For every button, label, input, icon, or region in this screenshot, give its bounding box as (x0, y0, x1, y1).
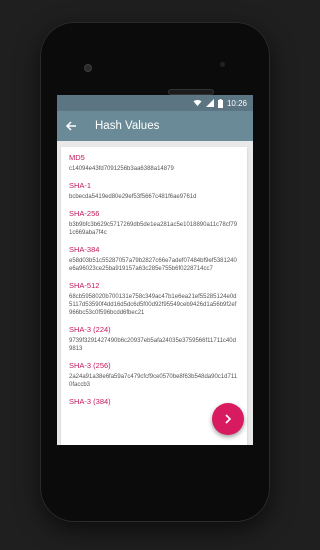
front-camera (84, 64, 92, 72)
hash-label: SHA-3 (256) (69, 361, 111, 370)
battery-icon (217, 98, 223, 108)
hash-value: 2a24a91a38e6fa59a7c479cfcf9ce0570be8f63b… (69, 374, 238, 388)
signal-icon (205, 99, 214, 107)
page-title: Hash Values (95, 120, 160, 132)
status-time: 10:26 (226, 98, 247, 108)
hash-value: bcbecda5419ed80e29ef53f5667c481f6ae9761d (69, 194, 197, 200)
hash-label: SHA-3 (384) (69, 397, 111, 406)
hash-item-sha384[interactable]: SHA-384 e58d03b51c55287057a79b2827c66e7a… (69, 245, 239, 273)
hash-item-md5[interactable]: MD5 c14094e43fd7091256b3aa6388a14879 (69, 153, 239, 173)
app-bar: Hash Values (57, 111, 253, 141)
hash-label: SHA-384 (69, 245, 100, 254)
hash-label: MD5 (69, 153, 85, 162)
hash-value: e58d03b51c55287057a79b2827c66e7adef07484… (69, 258, 237, 272)
hash-item-sha3-384[interactable]: SHA-3 (384) (69, 397, 239, 406)
wifi-icon (193, 99, 202, 107)
hash-value: 9739f3291427490b6c20937eb5afa24035e37595… (69, 338, 236, 352)
hash-item-sha3-224[interactable]: SHA-3 (224) 9739f3291427490b6c20937eb5af… (69, 325, 239, 353)
hash-list: MD5 c14094e43fd7091256b3aa6388a14879 SHA… (61, 147, 247, 406)
proximity-sensor (220, 62, 225, 67)
hash-label: SHA-512 (69, 281, 100, 290)
back-arrow-icon[interactable] (65, 118, 81, 134)
hash-item-sha3-256[interactable]: SHA-3 (256) 2a24a91a38e6fa59a7c479cfcf9c… (69, 361, 239, 389)
hash-label: SHA-256 (69, 209, 100, 218)
chevron-right-icon (225, 414, 232, 424)
hash-label: SHA-1 (69, 181, 92, 190)
hash-value: c14094e43fd7091256b3aa6388a14879 (69, 166, 174, 172)
hash-values-card: MD5 c14094e43fd7091256b3aa6388a14879 SHA… (61, 147, 247, 445)
hash-item-sha512[interactable]: SHA-512 68cb5958020b700131e758c349ac47b1… (69, 281, 239, 317)
hash-item-sha1[interactable]: SHA-1 bcbecda5419ed80e29ef53f5667c481f6a… (69, 181, 239, 201)
next-fab-button[interactable] (212, 403, 244, 435)
hash-value: b3b9bfc3b629c5717269db5de1ea281ac5e10188… (69, 222, 238, 236)
hash-label: SHA-3 (224) (69, 325, 111, 334)
status-bar: 10:26 (57, 95, 253, 111)
screen: 10:26 Hash Values MD5 c14094e43fd7091256… (57, 95, 253, 445)
hash-item-sha256[interactable]: SHA-256 b3b9bfc3b629c5717269db5de1ea281a… (69, 209, 239, 237)
hash-value: 68cb5958020b700131e758c349ac47b1e6ea21ef… (69, 294, 237, 316)
